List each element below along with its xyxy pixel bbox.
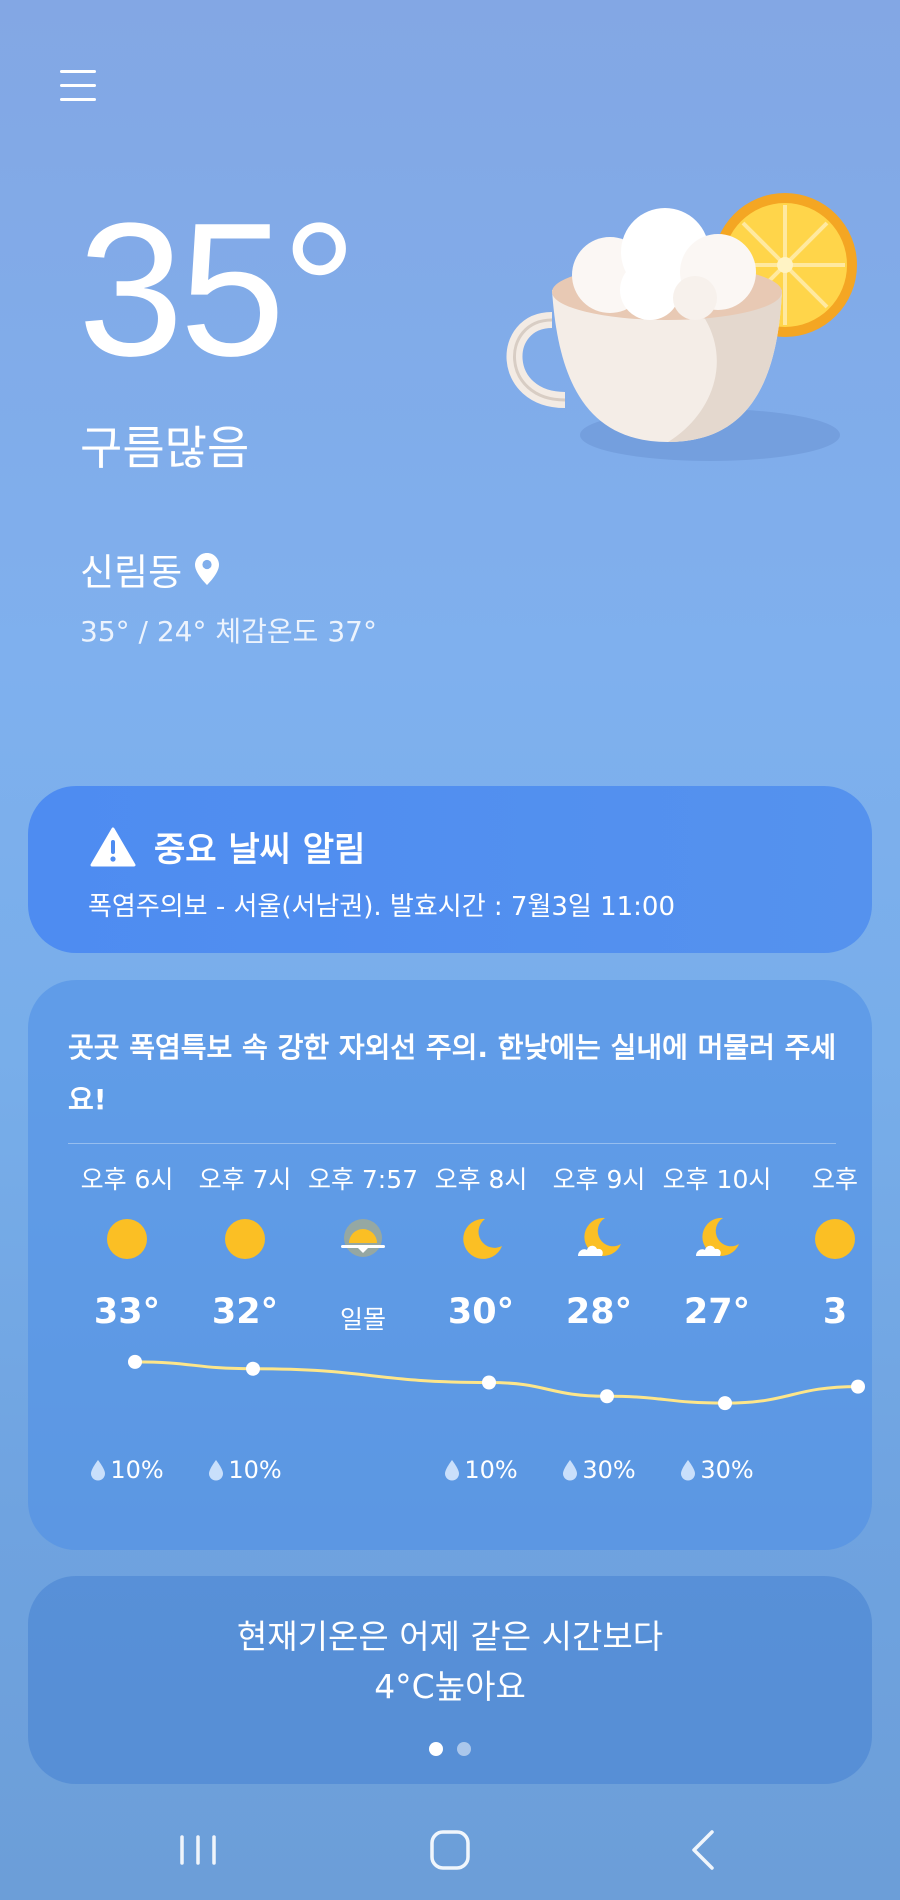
hour-item[interactable]: 오후 10시 27° 30%	[658, 1160, 776, 1540]
alert-body: 폭염주의보 - 서울(서남권). 발효시간 : 7월3일 11:00	[88, 892, 676, 922]
hour-item[interactable]: 오후 7:57 일몰	[304, 1160, 422, 1540]
moon-cloud-icon	[576, 1216, 622, 1262]
moon-icon	[458, 1216, 504, 1262]
location[interactable]: 신림동	[80, 542, 220, 596]
menu-button[interactable]	[56, 64, 104, 108]
hi-lo-feels-like: 35° / 24° 체감온도 37°	[80, 615, 377, 648]
moon-cloud-icon	[694, 1216, 740, 1262]
current-temperature: 35°	[78, 184, 357, 396]
back-icon	[692, 1830, 714, 1870]
forecast-message: 곳곳 폭염특보 속 강한 자외선 주의. 한낮에는 실내에 머물러 주세요!	[68, 1031, 837, 1116]
hour-temperature: 3	[822, 1292, 848, 1332]
warning-icon	[90, 827, 136, 866]
home-button[interactable]	[410, 1820, 490, 1880]
divider	[68, 1143, 836, 1144]
raindrop-icon	[445, 1460, 460, 1481]
system-nav-bar	[0, 1800, 900, 1900]
precipitation-chance: 30%	[700, 1456, 754, 1484]
back-button[interactable]	[662, 1820, 742, 1880]
hour-time: 오후 10시	[662, 1165, 772, 1194]
page-dot-active[interactable]	[429, 1742, 443, 1756]
sunset-icon	[340, 1216, 386, 1262]
hour-temperature: 30°	[447, 1292, 515, 1332]
hour-time: 오후 7시	[198, 1165, 292, 1194]
hourly-forecast-list[interactable]: 오후 6시 33° 10% 오후 7시 32° 10% 오후 7:57 일몰 오후 8시 30° 1…	[68, 1160, 866, 1540]
home-icon	[430, 1830, 470, 1870]
precipitation-chance: 30%	[582, 1456, 636, 1484]
recent-apps-button[interactable]	[158, 1820, 238, 1880]
sun-icon	[812, 1216, 858, 1262]
hour-time: 오후 7:57	[307, 1165, 419, 1194]
hour-time: 오후 8시	[434, 1165, 528, 1194]
page-indicator	[28, 1742, 872, 1756]
alert-title: 중요 날씨 알림	[154, 830, 366, 870]
hour-item[interactable]: 오후 9시 28° 30%	[540, 1160, 658, 1540]
comparison-line-1: 현재기온은 어제 같은 시간보다	[236, 1617, 664, 1656]
weather-alert-card[interactable]: 중요 날씨 알림 폭염주의보 - 서울(서남권). 발효시간 : 7월3일 11…	[28, 786, 872, 953]
hamburger-icon-line	[60, 70, 96, 73]
hour-temperature: 27°	[683, 1292, 751, 1332]
hour-temperature: 33°	[93, 1292, 161, 1332]
hour-time: 오후	[811, 1165, 858, 1194]
location-pin-icon	[195, 553, 220, 585]
sun-icon	[222, 1216, 268, 1262]
precipitation-chance: 10%	[228, 1456, 282, 1484]
sun-icon	[104, 1216, 150, 1262]
hamburger-icon-line	[60, 84, 96, 87]
location-name: 신림동	[80, 551, 183, 594]
raindrop-icon	[563, 1460, 578, 1481]
recent-apps-icon	[180, 1835, 216, 1865]
temperature-comparison-card[interactable]: 현재기온은 어제 같은 시간보다 4°C높아요	[28, 1576, 872, 1784]
raindrop-icon	[209, 1460, 224, 1481]
hour-item[interactable]: 오후 7시 32° 10%	[186, 1160, 304, 1540]
hour-temperature: 일몰	[339, 1305, 386, 1334]
raindrop-icon	[91, 1460, 106, 1481]
hour-time: 오후 6시	[80, 1165, 174, 1194]
weather-condition: 구름많음	[80, 421, 250, 475]
weather-illustration	[506, 193, 857, 461]
page-dot[interactable]	[457, 1742, 471, 1756]
hamburger-icon-line	[60, 98, 96, 101]
hour-item[interactable]: 오후 8시 30° 10%	[422, 1160, 540, 1540]
raindrop-icon	[681, 1460, 696, 1481]
hour-item[interactable]: 오후 6시 33° 10%	[68, 1160, 186, 1540]
comparison-line-2: 4°C높아요	[374, 1667, 526, 1706]
hourly-forecast-card: 곳곳 폭염특보 속 강한 자외선 주의. 한낮에는 실내에 머물러 주세요! 오…	[28, 980, 872, 1550]
precipitation-chance: 10%	[464, 1456, 518, 1484]
hour-temperature: 32°	[211, 1292, 279, 1332]
hour-item[interactable]: 오후 3	[776, 1160, 866, 1540]
precipitation-chance: 10%	[110, 1456, 164, 1484]
hour-time: 오후 9시	[552, 1165, 646, 1194]
hour-temperature: 28°	[565, 1292, 633, 1332]
